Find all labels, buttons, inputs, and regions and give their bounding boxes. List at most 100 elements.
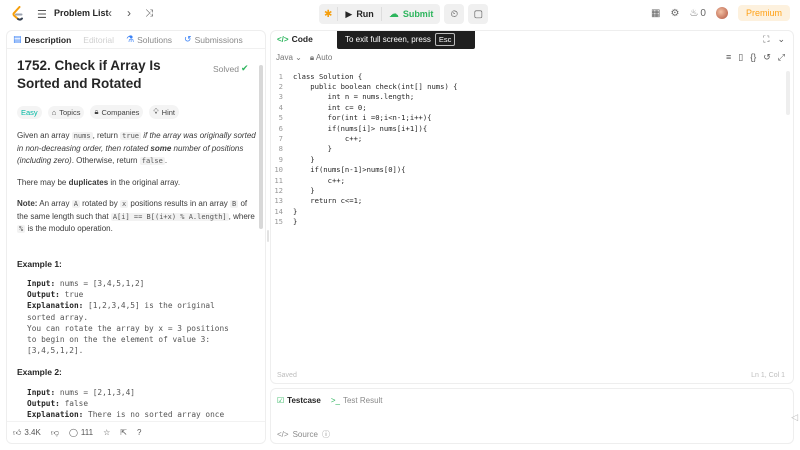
testcase-panel: ☑ Testcase >_ Test Result </> Source ⓘ	[270, 388, 794, 444]
code-line: 3 int n = nums.length;	[278, 92, 415, 102]
left-scrollbar[interactable]	[259, 65, 263, 229]
panel-resize-handle[interactable]	[267, 230, 269, 242]
reset-icon[interactable]: ↺	[763, 52, 771, 63]
top-bar: ☰ Problem List ‹ › ⤨ ✱ ▶ Run ☁ Submit ⏲ …	[0, 0, 800, 28]
layout-grid-icon[interactable]: ▦	[651, 8, 660, 19]
solved-badge: Solved ✔	[213, 63, 249, 74]
code-editor[interactable]: 1 class Solution { 2 public boolean check…	[271, 71, 793, 227]
cloud-upload-icon: ☁	[388, 8, 399, 20]
streak-count: 0	[700, 7, 706, 19]
topics-tag[interactable]: ⌂ Topics	[47, 105, 85, 119]
code-line: 14}	[274, 206, 298, 216]
submit-button[interactable]: ☁ Submit	[382, 4, 441, 24]
tab-description[interactable]: ▤ Description	[13, 34, 71, 45]
problem-list-link[interactable]: Problem List	[54, 8, 109, 18]
notes-icon[interactable]: ▢	[468, 4, 489, 24]
resize-handle-icon[interactable]: ◁	[791, 412, 798, 423]
editor-actions: ≡ ▯ {} ↺ ⤢	[726, 52, 785, 63]
align-left-icon[interactable]: ≡	[726, 52, 731, 63]
code-icon: </>	[277, 430, 289, 439]
braces-icon[interactable]: {}	[750, 52, 756, 63]
run-label: Run	[356, 9, 374, 19]
submit-label: Submit	[402, 9, 434, 19]
language-select[interactable]: Java ⌄	[276, 53, 302, 63]
timer-icon[interactable]: ⏲	[444, 4, 465, 24]
leetcode-logo[interactable]	[10, 6, 26, 22]
fullscreen-tooltip: To exit full screen, press Esc	[337, 31, 475, 49]
fullscreen-tooltip-text: To exit full screen, press	[345, 34, 431, 44]
prev-problem-icon[interactable]: ‹	[108, 6, 112, 20]
chevron-down-icon: ⌄	[295, 53, 302, 62]
play-icon: ▶	[345, 8, 353, 19]
premium-button[interactable]: Premium	[737, 5, 790, 21]
tab-submissions[interactable]: ↺ Submissions	[184, 34, 243, 45]
comments-button[interactable]: ◯ 111	[69, 428, 93, 437]
lock-icon: 🔒︎	[94, 107, 99, 116]
bookmark-icon[interactable]: ▯	[738, 52, 743, 63]
terminal-icon: >_	[330, 395, 340, 405]
tag-icon: ⌂	[51, 107, 57, 117]
topics-label: Topics	[59, 107, 81, 117]
user-avatar[interactable]	[715, 7, 728, 19]
thumbs-up-icon: 👍︎	[13, 427, 22, 437]
code-line: 15}	[274, 217, 298, 227]
solved-label: Solved	[213, 63, 239, 74]
editor-scrollbar[interactable]	[786, 71, 790, 115]
next-problem-icon[interactable]: ›	[127, 6, 131, 20]
minimize-icon[interactable]: ⌄	[777, 34, 785, 45]
description-panel: ▤ Description Editorial ⚗ Solutions ↺ Su…	[6, 30, 266, 444]
source-toggle[interactable]: </> Source ⓘ	[277, 429, 330, 440]
expand-icon[interactable]: ⤢	[778, 52, 785, 63]
problem-list-icon[interactable]: ☰	[37, 8, 47, 21]
code-line: 9 }	[278, 154, 315, 164]
saved-status: Saved	[277, 372, 297, 379]
tab-editorial[interactable]: Editorial	[83, 35, 114, 45]
code-line: 13 return c<=1;	[274, 196, 363, 206]
testcase-tabs: ☑ Testcase >_ Test Result	[271, 389, 793, 411]
companies-tag[interactable]: 🔒︎ Companies	[90, 105, 144, 119]
star-icon: ☆	[103, 428, 111, 437]
code-line: 8 }	[278, 144, 332, 154]
checkbox-icon: ☑	[277, 395, 285, 405]
comment-icon: ◯	[68, 428, 78, 437]
tab-description-label: Description	[24, 34, 72, 45]
fullscreen-icon[interactable]: ⛶	[763, 34, 769, 45]
tab-test-result[interactable]: >_ Test Result	[331, 396, 383, 405]
example-2-heading: Example 2:	[17, 367, 62, 378]
hint-label: Hint	[161, 107, 176, 117]
cursor-position: Ln 1, Col 1	[751, 372, 785, 379]
help-button[interactable]: ?	[137, 428, 141, 437]
run-button[interactable]: ▶ Run	[338, 4, 380, 24]
code-line: 11 c++;	[274, 175, 345, 185]
code-line: 2 public boolean check(int[] nums) {	[278, 82, 458, 92]
code-line: 4 int c= 0;	[278, 102, 367, 112]
tab-submissions-label: Submissions	[194, 34, 243, 45]
code-line: 10 if(nums[n-1]>nums[0]){	[274, 165, 406, 175]
document-icon: ▤	[13, 34, 22, 44]
hint-tag[interactable]: 💡︎ Hint	[149, 105, 180, 119]
tab-solutions-label: Solutions	[137, 34, 173, 45]
debug-button[interactable]: ✱	[319, 4, 337, 24]
share-icon: ⇱	[120, 428, 127, 437]
random-problem-icon[interactable]: ⤨	[145, 8, 153, 19]
like-button[interactable]: 👍︎ 3.4K	[13, 428, 41, 438]
dislike-button[interactable]: 👎︎	[51, 428, 59, 438]
auto-mode-toggle[interactable]: 🔒︎ Auto	[310, 53, 333, 63]
code-panel-window-controls: ⛶ ⌄	[763, 34, 785, 45]
share-button[interactable]: ⇱	[120, 428, 127, 437]
run-submit-group: ✱ ▶ Run ☁ Submit	[319, 4, 441, 24]
code-line: 7 c++;	[278, 134, 363, 144]
tab-code[interactable]: </> Code	[277, 34, 313, 44]
thumbs-down-icon: 👎︎	[50, 427, 59, 437]
code-line: 6 if(nums[i]> nums[i+1]){	[278, 123, 428, 133]
favorite-button[interactable]: ☆	[103, 428, 110, 437]
example-1-block: Input: nums = [3,4,5,1,2] Output: true E…	[27, 279, 229, 356]
tab-code-label: Code	[291, 34, 313, 44]
difficulty-badge: Easy	[17, 105, 42, 119]
streak-counter[interactable]: ♨ 0	[689, 8, 706, 19]
tab-solutions[interactable]: ⚗ Solutions	[126, 34, 172, 45]
tab-testcase[interactable]: ☑ Testcase	[277, 396, 321, 405]
settings-gear-icon[interactable]: ⚙	[670, 8, 679, 19]
right-toolbar: ▦ ⚙ ♨ 0 Premium	[651, 5, 790, 21]
code-icon: </>	[277, 34, 289, 44]
